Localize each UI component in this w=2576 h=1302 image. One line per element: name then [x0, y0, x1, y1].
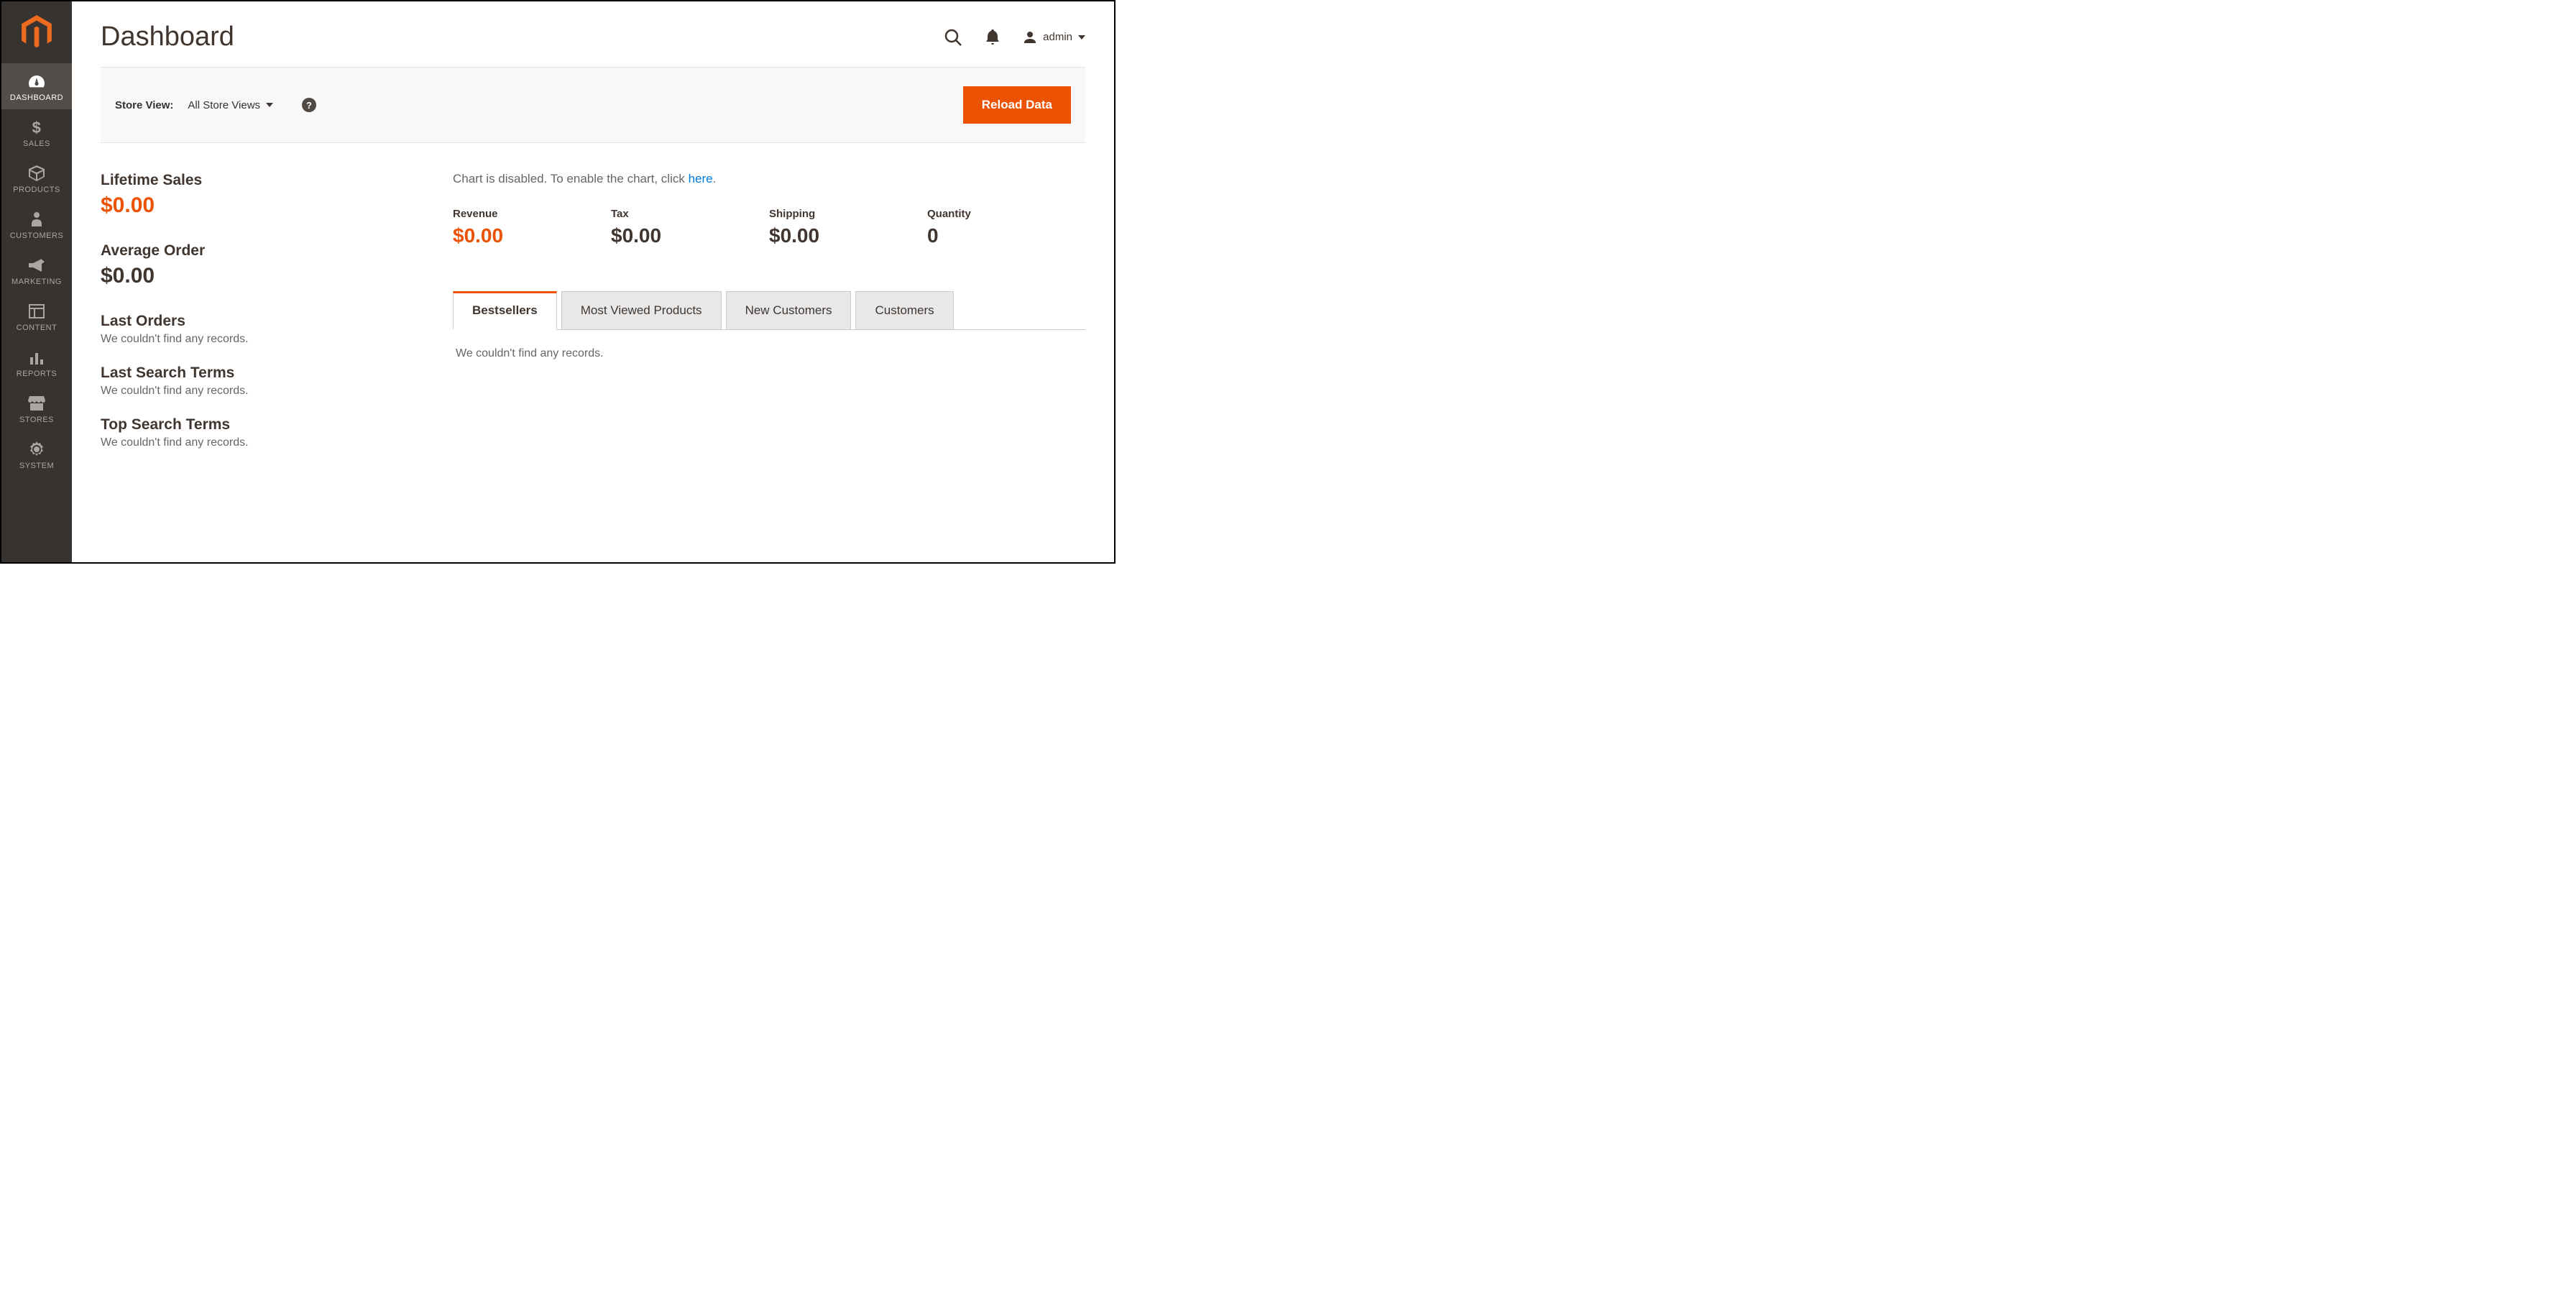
nav-marketing-label: MARKETING	[12, 278, 62, 286]
store-view-label: Store View:	[115, 99, 173, 111]
gear-icon	[29, 440, 45, 459]
magento-logo-icon	[22, 15, 52, 50]
total-revenue: Revenue $0.00	[453, 208, 611, 247]
chart-notice-text: Chart is disabled. To enable the chart, …	[453, 172, 689, 185]
dashboard-right-column: Chart is disabled. To enable the chart, …	[453, 172, 1085, 468]
notifications-icon[interactable]	[985, 29, 1000, 45]
average-order-value: $0.00	[101, 264, 424, 288]
person-icon	[30, 210, 43, 229]
header-actions: admin	[944, 28, 1085, 47]
chart-enable-link[interactable]: here	[689, 172, 713, 185]
nav-stores[interactable]: STORES	[1, 385, 72, 431]
nav-sales[interactable]: $ SALES	[1, 109, 72, 155]
help-icon[interactable]: ?	[302, 98, 316, 112]
total-shipping-label: Shipping	[769, 208, 927, 220]
last-orders-title: Last Orders	[101, 313, 424, 330]
user-icon	[1023, 30, 1037, 45]
layout-icon	[29, 302, 45, 321]
reload-data-button[interactable]: Reload Data	[963, 86, 1071, 124]
dashboard-left-column: Lifetime Sales $0.00 Average Order $0.00…	[101, 172, 424, 468]
nav-products[interactable]: PRODUCTS	[1, 155, 72, 201]
average-order-title: Average Order	[101, 242, 424, 260]
nav-dashboard[interactable]: DASHBOARD	[1, 63, 72, 109]
chart-disabled-notice: Chart is disabled. To enable the chart, …	[453, 172, 1085, 186]
admin-sidebar: DASHBOARD $ SALES PRODUCTS CUSTOMERS MAR…	[1, 1, 72, 562]
nav-marketing[interactable]: MARKETING	[1, 247, 72, 293]
main-content: Dashboard admin Store View: All Store Vi…	[72, 1, 1114, 562]
storefront-icon	[28, 394, 45, 413]
megaphone-icon	[27, 256, 46, 275]
dashboard-tabs: Bestsellers Most Viewed Products New Cus…	[453, 290, 1085, 330]
cube-icon	[28, 164, 45, 183]
nav-content-label: CONTENT	[17, 324, 58, 332]
total-shipping: Shipping $0.00	[769, 208, 927, 247]
lifetime-sales-block: Lifetime Sales $0.00	[101, 172, 424, 218]
tab-content-empty: We couldn't find any records.	[453, 330, 1085, 377]
tab-new-customers[interactable]: New Customers	[726, 291, 852, 330]
total-quantity-value: 0	[927, 224, 1085, 247]
nav-customers-label: CUSTOMERS	[10, 231, 64, 240]
top-search-terms-empty: We couldn't find any records.	[101, 436, 424, 449]
nav-reports[interactable]: REPORTS	[1, 339, 72, 385]
store-view-bar: Store View: All Store Views ? Reload Dat…	[101, 67, 1085, 143]
chart-notice-suffix: .	[713, 172, 717, 185]
nav-products-label: PRODUCTS	[13, 185, 60, 194]
tab-most-viewed-products[interactable]: Most Viewed Products	[561, 291, 722, 330]
dashboard-body: Lifetime Sales $0.00 Average Order $0.00…	[101, 143, 1085, 468]
nav-stores-label: STORES	[19, 416, 54, 424]
nav-sales-label: SALES	[23, 139, 50, 148]
average-order-block: Average Order $0.00	[101, 242, 424, 288]
total-revenue-label: Revenue	[453, 208, 611, 220]
nav-system-label: SYSTEM	[19, 462, 54, 470]
admin-user-name: admin	[1043, 31, 1072, 43]
nav-system[interactable]: SYSTEM	[1, 431, 72, 477]
totals-row: Revenue $0.00 Tax $0.00 Shipping $0.00 Q…	[453, 208, 1085, 247]
total-tax-value: $0.00	[611, 224, 769, 247]
tab-customers[interactable]: Customers	[855, 291, 953, 330]
last-search-terms-block: Last Search Terms We couldn't find any r…	[101, 365, 424, 398]
total-revenue-value: $0.00	[453, 224, 611, 247]
last-search-terms-title: Last Search Terms	[101, 365, 424, 382]
admin-user-menu[interactable]: admin	[1023, 30, 1085, 45]
gauge-icon	[27, 72, 46, 91]
store-view-controls: Store View: All Store Views ?	[115, 98, 316, 112]
lifetime-sales-value: $0.00	[101, 193, 424, 218]
magento-logo[interactable]	[1, 1, 72, 63]
nav-customers[interactable]: CUSTOMERS	[1, 201, 72, 247]
last-orders-empty: We couldn't find any records.	[101, 333, 424, 346]
total-tax: Tax $0.00	[611, 208, 769, 247]
nav-dashboard-label: DASHBOARD	[10, 93, 63, 102]
total-quantity-label: Quantity	[927, 208, 1085, 220]
store-view-selected: All Store Views	[188, 99, 260, 111]
chevron-down-icon	[266, 103, 273, 107]
top-search-terms-block: Top Search Terms We couldn't find any re…	[101, 416, 424, 449]
total-quantity: Quantity 0	[927, 208, 1085, 247]
top-search-terms-title: Top Search Terms	[101, 416, 424, 434]
page-header: Dashboard admin	[101, 1, 1085, 67]
total-shipping-value: $0.00	[769, 224, 927, 247]
search-icon[interactable]	[944, 28, 962, 47]
page-title: Dashboard	[101, 22, 234, 52]
nav-reports-label: REPORTS	[17, 370, 57, 378]
nav-content[interactable]: CONTENT	[1, 293, 72, 339]
tab-bestsellers[interactable]: Bestsellers	[453, 291, 557, 330]
last-search-terms-empty: We couldn't find any records.	[101, 385, 424, 398]
last-orders-block: Last Orders We couldn't find any records…	[101, 313, 424, 346]
svg-text:$: $	[32, 119, 42, 136]
store-view-select[interactable]: All Store Views	[188, 99, 273, 111]
dollar-icon: $	[31, 118, 42, 137]
lifetime-sales-title: Lifetime Sales	[101, 172, 424, 189]
total-tax-label: Tax	[611, 208, 769, 220]
chevron-down-icon	[1078, 35, 1085, 40]
bar-chart-icon	[29, 348, 45, 367]
